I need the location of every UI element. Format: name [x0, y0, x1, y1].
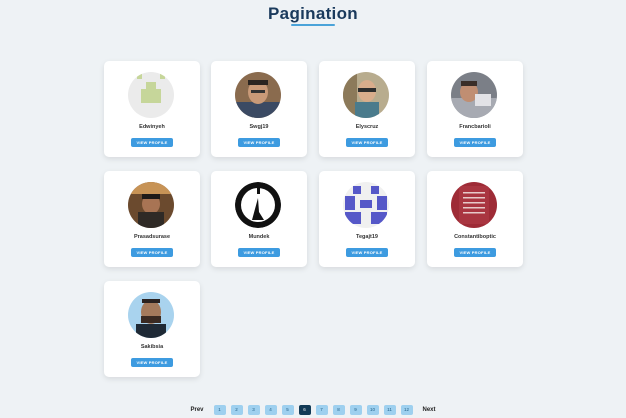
person-photo-icon — [235, 72, 281, 118]
username: Tegajt19 — [356, 234, 378, 240]
avatar — [343, 182, 389, 228]
page-button[interactable]: 3 — [247, 405, 260, 415]
avatar — [128, 292, 174, 338]
page-title: Pagination — [268, 4, 358, 23]
person-photo-icon — [128, 292, 174, 338]
person-photo-icon — [343, 72, 389, 118]
page-button-current[interactable]: 6 — [298, 405, 311, 415]
view-profile-button[interactable]: VIEW PROFILE — [454, 138, 496, 147]
profile-card: Tegajt19 VIEW PROFILE — [319, 171, 415, 267]
page-button[interactable]: 12 — [400, 405, 413, 415]
view-profile-button[interactable]: VIEW PROFILE — [131, 358, 173, 367]
view-profile-button[interactable]: VIEW PROFILE — [131, 248, 173, 257]
profile-card: Edwinyeh VIEW PROFILE — [104, 61, 200, 157]
username: Elyscruz — [355, 124, 379, 130]
profile-card: Sakibsia VIEW PROFILE — [104, 281, 200, 377]
view-profile-button[interactable]: VIEW PROFILE — [131, 138, 173, 147]
page-button[interactable]: 4 — [264, 405, 277, 415]
pagination: Prev 1 2 3 4 5 6 7 8 9 10 11 12 Next — [0, 404, 626, 416]
page-button[interactable]: 10 — [366, 405, 379, 415]
book-cover-avatar-icon — [451, 182, 497, 228]
profile-card: Elyscruz VIEW PROFILE — [319, 61, 415, 157]
username: Sakibsia — [140, 344, 164, 350]
page-button[interactable]: 1 — [213, 405, 226, 415]
profile-card: Francbarioli VIEW PROFILE — [427, 61, 523, 157]
identicon-avatar-icon — [128, 72, 174, 118]
profile-card: Prasadsurase VIEW PROFILE — [104, 171, 200, 267]
view-profile-button[interactable]: VIEW PROFILE — [238, 248, 280, 257]
username: Constantiboptic — [454, 234, 496, 240]
next-button[interactable]: Next — [418, 407, 441, 413]
view-profile-button[interactable]: VIEW PROFILE — [346, 248, 388, 257]
view-profile-button[interactable]: VIEW PROFILE — [238, 138, 280, 147]
avatar — [451, 72, 497, 118]
username: Swgj19 — [249, 124, 269, 130]
page-button[interactable]: 11 — [383, 405, 396, 415]
profile-card: Swgj19 VIEW PROFILE — [211, 61, 307, 157]
page-button[interactable]: 7 — [315, 405, 328, 415]
person-photo-icon — [451, 72, 497, 118]
identicon-avatar-icon — [343, 182, 389, 228]
username: Edwinyeh — [139, 124, 165, 130]
view-profile-button[interactable]: VIEW PROFILE — [454, 248, 496, 257]
avatar — [235, 72, 281, 118]
avatar — [128, 182, 174, 228]
page-button[interactable]: 2 — [230, 405, 243, 415]
person-photo-icon — [128, 182, 174, 228]
page-button[interactable]: 8 — [332, 405, 345, 415]
logo-avatar-icon — [235, 182, 281, 228]
view-profile-button[interactable]: VIEW PROFILE — [346, 138, 388, 147]
avatar — [451, 182, 497, 228]
username: Francbarioli — [459, 124, 491, 130]
page-button[interactable]: 5 — [281, 405, 294, 415]
profile-card: Mundek VIEW PROFILE — [211, 171, 307, 267]
page-button[interactable]: 9 — [349, 405, 362, 415]
avatar — [128, 72, 174, 118]
title-underline — [291, 24, 335, 26]
username: Prasadsurase — [133, 234, 171, 240]
profile-card: Constantiboptic VIEW PROFILE — [427, 171, 523, 267]
avatar — [343, 72, 389, 118]
avatar — [235, 182, 281, 228]
username: Mundek — [248, 234, 270, 240]
prev-button[interactable]: Prev — [185, 407, 208, 413]
